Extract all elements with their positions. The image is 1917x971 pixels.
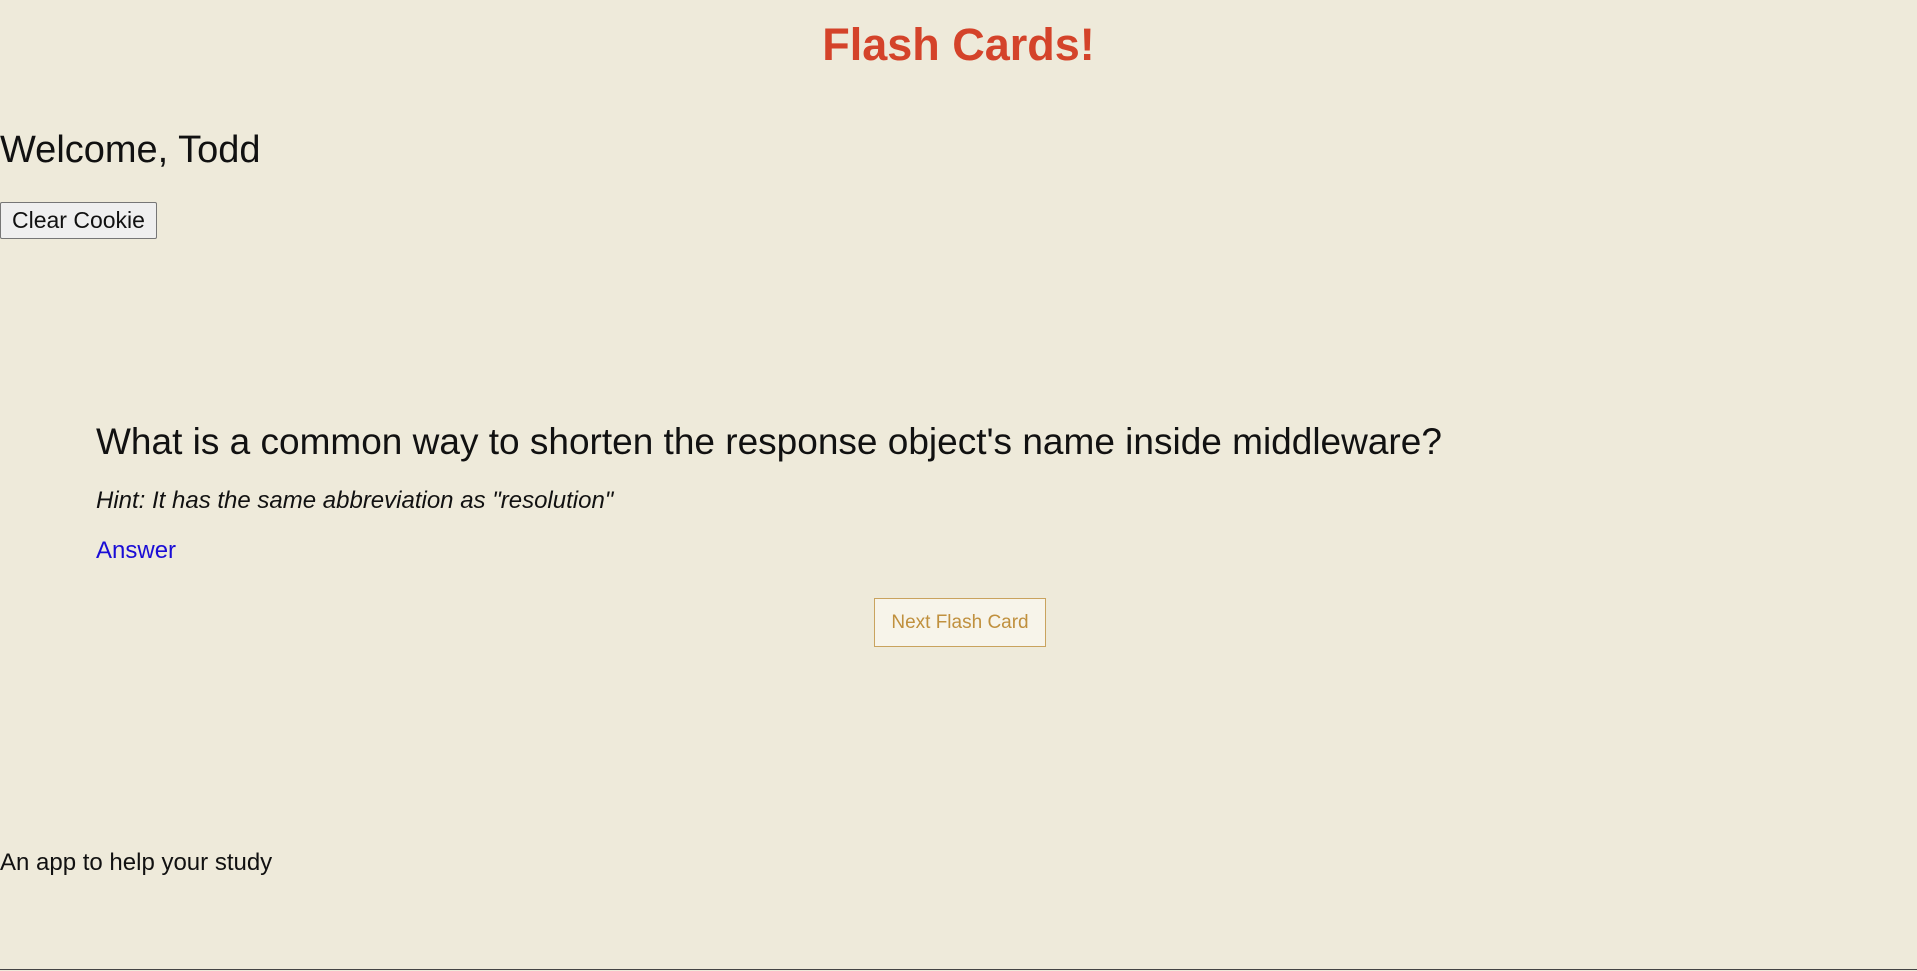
bottom-divider (0, 969, 1917, 970)
clear-cookie-button[interactable]: Clear Cookie (0, 202, 157, 239)
next-flash-card-button[interactable]: Next Flash Card (874, 598, 1046, 647)
card-hint: Hint: It has the same abbreviation as "r… (96, 487, 614, 514)
card-question: What is a common way to shorten the resp… (96, 421, 1442, 462)
footer-tagline: An app to help your study (0, 849, 273, 876)
show-answer-link[interactable]: Answer (96, 536, 176, 566)
welcome-message: Welcome, Todd (0, 129, 261, 171)
page-title: Flash Cards! (822, 19, 1095, 70)
flash-card: What is a common way to shorten the resp… (96, 414, 1821, 566)
